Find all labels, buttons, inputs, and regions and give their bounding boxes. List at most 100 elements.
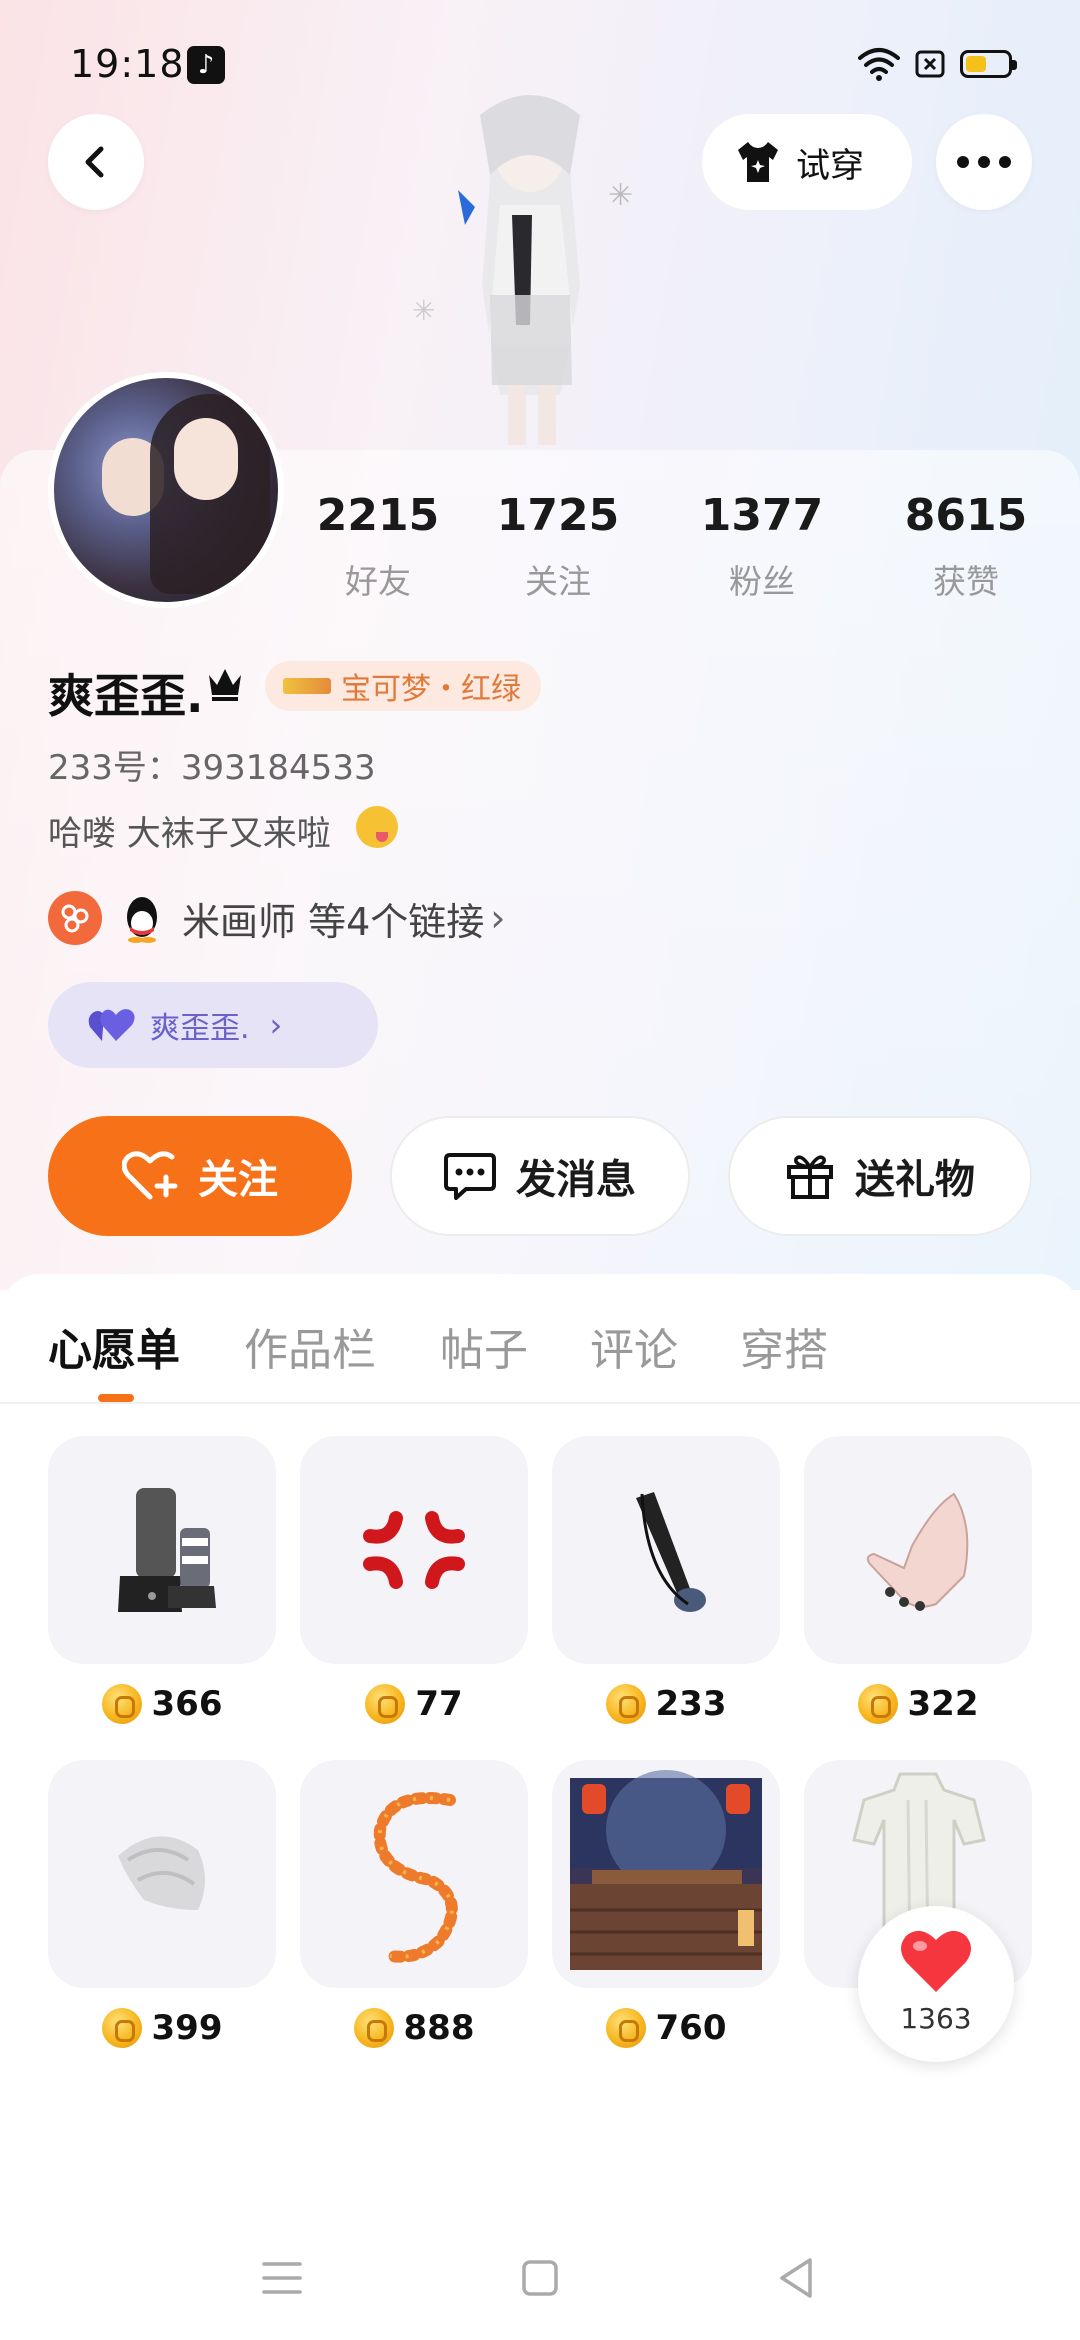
price-value: 399	[151, 2008, 223, 2048]
heart-badge-icon	[88, 1009, 135, 1041]
coin-icon	[605, 1684, 646, 1724]
svg-text:✳: ✳	[608, 178, 633, 213]
menu-icon[interactable]	[252, 2248, 312, 2308]
external-links-row[interactable]: 米画师 等4个链接 ›	[48, 890, 505, 946]
price-row: 366	[48, 1684, 276, 1724]
stat-label: 关注	[525, 562, 591, 601]
price-value: 760	[655, 2008, 727, 2048]
game-tag[interactable]: 宝可梦・红绿	[265, 661, 541, 711]
leaf-trail-icon	[373, 1792, 458, 1963]
avatar-3d-figure[interactable]: ✳ ✳	[400, 95, 660, 450]
tab-posts[interactable]: 帖子	[440, 1314, 528, 1378]
message-label: 发消息	[516, 1157, 636, 1203]
svg-text:✳: ✳	[412, 294, 435, 327]
chat-icon	[444, 1153, 496, 1200]
like-count: 1363	[900, 2002, 972, 2035]
mihuashi-icon	[48, 891, 102, 945]
gift-label: 送礼物	[855, 1157, 975, 1203]
wishlist-item[interactable]: 399	[48, 1760, 276, 2048]
system-nav-bar	[0, 2220, 1080, 2340]
coin-icon	[857, 1684, 898, 1724]
more-options-button[interactable]	[936, 114, 1032, 210]
stat-likes[interactable]: 8615 获赞	[876, 490, 1056, 603]
coin-icon	[101, 1684, 142, 1724]
game-tag-label: 宝可梦・红绿	[341, 672, 521, 707]
price-value: 888	[403, 2008, 475, 2048]
like-float-button[interactable]: 1363	[858, 1906, 1014, 2062]
crown-icon	[209, 669, 241, 701]
heart-icon	[901, 1930, 971, 1992]
wifi-icon	[858, 48, 900, 81]
price-value: 233	[655, 1684, 727, 1724]
stat-following[interactable]: 1725 关注	[468, 490, 648, 603]
wishlist-item[interactable]: 888	[300, 1760, 528, 2048]
shirt-icon	[738, 142, 778, 182]
active-tab-indicator	[98, 1394, 134, 1402]
back-button[interactable]	[48, 114, 144, 210]
tab-works[interactable]: 作品栏	[244, 1314, 376, 1378]
try-on-button[interactable]: 试穿	[702, 114, 912, 210]
family-label: 爽歪歪.	[150, 1011, 250, 1046]
battery-fill	[966, 56, 986, 72]
wishlist-item[interactable]: 760	[552, 1760, 780, 2048]
stat-followers[interactable]: 1377 粉丝	[672, 490, 852, 603]
anger-mark-icon	[363, 1511, 465, 1589]
nickname: 爽歪歪.	[48, 669, 204, 723]
home-icon[interactable]	[510, 2248, 570, 2308]
yum-emoji-icon	[356, 806, 398, 848]
heart-plus-icon	[122, 1151, 178, 1200]
wishlist-item[interactable]: 322	[804, 1436, 1032, 1724]
wishlist-item[interactable]: 77	[300, 1436, 528, 1724]
price-value: 77	[415, 1684, 463, 1724]
price-row: 399	[48, 2008, 276, 2048]
battery-icon	[960, 50, 1017, 78]
more-dots-icon	[957, 156, 1011, 168]
price-row: 77	[300, 1684, 528, 1724]
guitar-icon	[636, 1492, 706, 1612]
coin-icon	[353, 2008, 394, 2048]
chevron-left-icon	[85, 146, 104, 178]
profile-tabs: 心愿单 作品栏 帖子 评论 穿搭	[0, 1274, 1080, 1404]
stat-label: 好友	[345, 562, 411, 601]
stat-friends[interactable]: 2215 好友	[288, 490, 468, 603]
stat-value: 1377	[700, 490, 824, 541]
scene-image	[570, 1770, 762, 1970]
price-value: 366	[151, 1684, 223, 1724]
chevron-right-icon: ›	[490, 896, 506, 940]
follow-button[interactable]: 关注	[48, 1116, 352, 1236]
stat-value: 1725	[496, 490, 620, 541]
wishlist-item[interactable]: 366	[48, 1436, 276, 1724]
fur-icon	[118, 1836, 205, 1910]
price-value: 322	[907, 1684, 979, 1724]
tab-outfits[interactable]: 穿搭	[740, 1314, 828, 1378]
price-row: 322	[804, 1684, 1032, 1724]
status-time: 19:18	[70, 42, 185, 86]
stat-label: 获赞	[933, 562, 999, 601]
stat-value: 2215	[316, 490, 440, 541]
family-badge[interactable]: 爽歪歪. ›	[48, 982, 378, 1068]
coin-icon	[605, 2008, 646, 2048]
hand-icon	[866, 1492, 969, 1611]
bio-text: 哈喽 大袜子又来啦	[48, 814, 331, 854]
wishlist-item[interactable]: 233	[552, 1436, 780, 1724]
follow-label: 关注	[198, 1157, 278, 1203]
tiktok-icon: ♪	[187, 46, 225, 84]
profile-avatar[interactable]	[48, 372, 284, 608]
message-button[interactable]: 发消息	[390, 1116, 690, 1236]
gift-button[interactable]: 送礼物	[728, 1116, 1032, 1236]
game-logo-icon	[283, 678, 331, 694]
sim-off-icon	[915, 50, 945, 78]
boots-icon	[118, 1488, 216, 1612]
stat-value: 8615	[904, 490, 1028, 541]
price-row: 888	[300, 2008, 528, 2048]
coin-icon	[101, 2008, 142, 2048]
user-id[interactable]: 233号：393184533	[48, 740, 376, 789]
tab-comments[interactable]: 评论	[590, 1314, 678, 1378]
chevron-right-icon: ›	[269, 1006, 283, 1044]
back-triangle-icon[interactable]	[768, 2248, 828, 2308]
price-row: 233	[552, 1684, 780, 1724]
stat-label: 粉丝	[729, 562, 795, 601]
try-on-label: 试穿	[796, 145, 864, 186]
tab-wishlist[interactable]: 心愿单	[48, 1314, 180, 1378]
price-row: 760	[552, 2008, 780, 2048]
